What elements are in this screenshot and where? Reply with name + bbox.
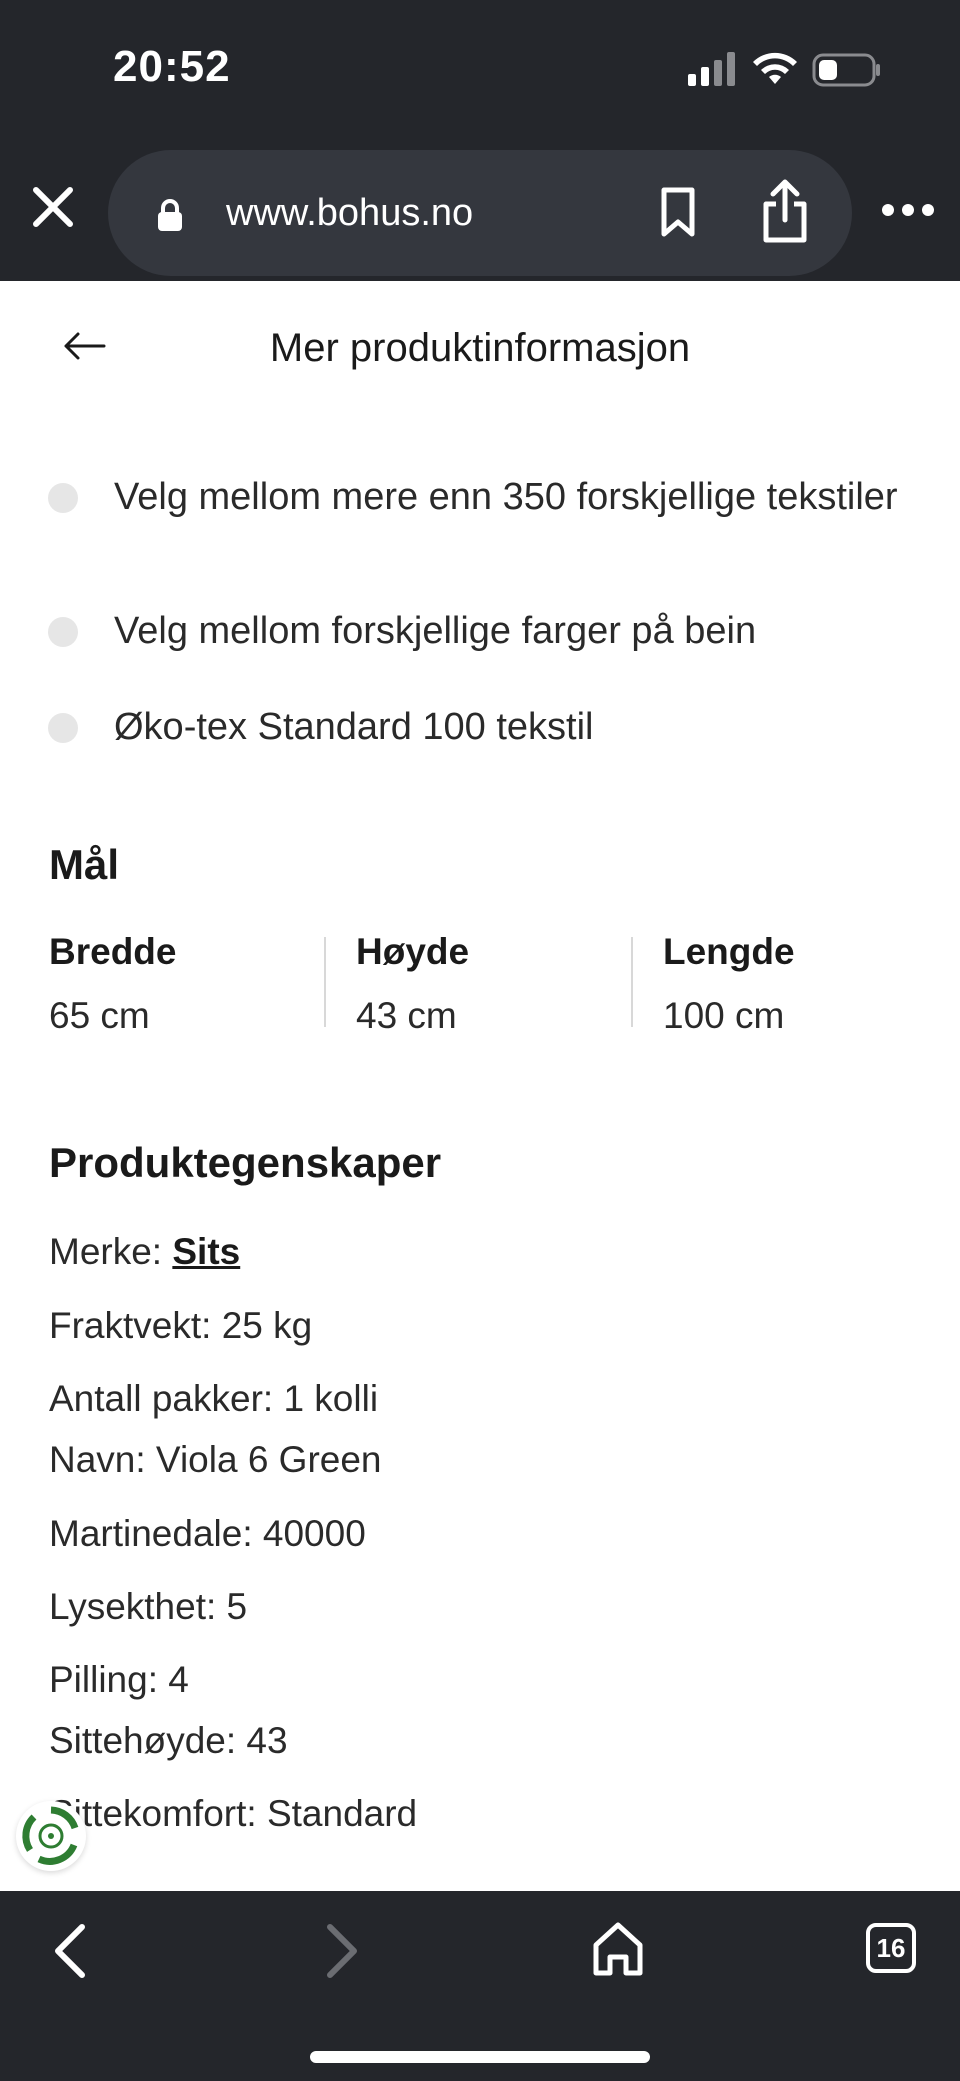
property-label: Merke: [49, 1231, 173, 1272]
dimension-value: 100 cm [663, 995, 785, 1036]
properties-heading: Produktegenskaper [49, 1139, 442, 1186]
browser-toolbar: www.bohus.no [0, 140, 960, 281]
feature-text: Velg mellom mere enn 350 forskjellige te… [114, 476, 898, 518]
dimension-label: Høyde [356, 931, 470, 972]
page-content: Mer produktinformasjon Velg mellom mere … [0, 281, 960, 1891]
bullet-icon [48, 483, 78, 513]
bookmark-icon[interactable] [656, 186, 700, 238]
feature-item: Velg mellom mere enn 350 forskjellige te… [48, 467, 908, 527]
property-item: Fraktvekt: 25 kg [49, 1305, 313, 1346]
dimensions-table: Bredde 65 cm Høyde 43 cm Lengde 100 cm [49, 931, 919, 1036]
more-icon[interactable] [880, 202, 936, 218]
url-text[interactable]: www.bohus.no [226, 192, 473, 235]
share-icon[interactable] [758, 178, 812, 244]
address-bar[interactable]: www.bohus.no [108, 150, 852, 276]
recycle-icon[interactable] [16, 1801, 86, 1871]
divider [631, 937, 633, 1027]
property-brand: Merke: Sits [49, 1231, 240, 1273]
property-item: Sittekomfort: Standard [49, 1793, 418, 1834]
property-item: Lysekthet: 5 [49, 1586, 248, 1627]
property-item: Navn: Viola 6 Green [49, 1439, 382, 1480]
battery-icon [812, 53, 880, 87]
status-time: 20:52 [113, 42, 231, 91]
home-indicator [310, 2051, 650, 2063]
bullet-icon [48, 617, 78, 647]
dimension-length: Lengde 100 cm [663, 931, 795, 1036]
dimensions-heading: Mål [49, 841, 120, 888]
brand-link[interactable]: Sits [172, 1231, 240, 1272]
back-icon[interactable] [50, 1921, 90, 1981]
cellular-signal-icon [688, 52, 735, 86]
close-icon[interactable] [28, 182, 78, 232]
property-item: Antall pakker: 1 kolli [49, 1378, 379, 1419]
divider [324, 937, 326, 1027]
dimension-height: Høyde 43 cm [356, 931, 470, 1036]
feature-text: Velg mellom forskjellige farger på bein [114, 610, 757, 652]
property-item: Pilling: 4 [49, 1659, 189, 1700]
dimension-value: 65 cm [49, 995, 150, 1036]
browser-bottom-toolbar: 16 [0, 1891, 960, 2081]
property-item: Martinedale: 40000 [49, 1513, 366, 1554]
tabs-button[interactable]: 16 [866, 1923, 916, 1973]
dimension-label: Lengde [663, 931, 795, 972]
page-title: Mer produktinformasjon [269, 326, 691, 370]
property-item: Sittehøyde: 43 [49, 1720, 288, 1761]
feature-item: Velg mellom forskjellige farger på bein [48, 601, 908, 661]
status-bar: 20:52 [0, 0, 960, 140]
bullet-icon [48, 713, 78, 743]
home-icon[interactable] [590, 1919, 646, 1979]
dimension-width: Bredde 65 cm [49, 931, 177, 1036]
forward-icon[interactable] [322, 1921, 362, 1981]
dimension-value: 43 cm [356, 995, 457, 1036]
wifi-icon [753, 52, 797, 84]
feature-item: Øko-tex Standard 100 tekstil [48, 697, 908, 757]
lock-icon [158, 199, 182, 231]
dimension-label: Bredde [49, 931, 177, 972]
feature-text: Øko-tex Standard 100 tekstil [114, 706, 594, 748]
